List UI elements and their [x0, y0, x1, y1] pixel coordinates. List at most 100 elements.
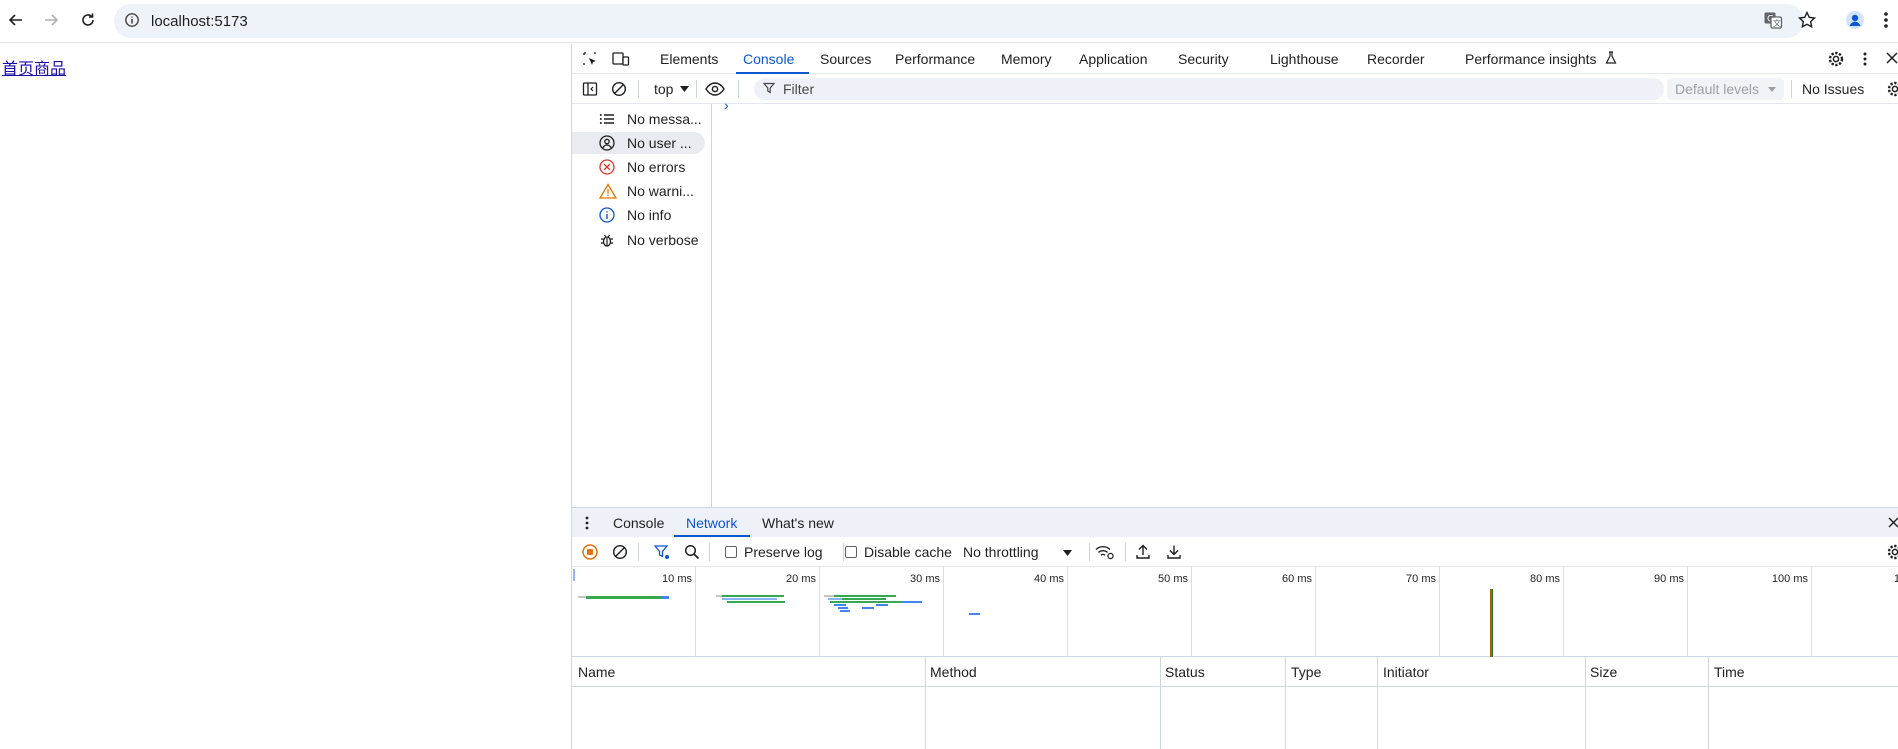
column-header-method[interactable]: Method — [930, 664, 977, 680]
search-icon[interactable] — [684, 544, 700, 560]
settings-gear-icon[interactable] — [1827, 50, 1845, 68]
live-expression-eye-icon[interactable] — [705, 82, 725, 96]
page-link[interactable]: 首页商品 — [2, 55, 66, 79]
tab-lighthouse[interactable]: Lighthouse — [1270, 51, 1339, 67]
timeline-handle[interactable] — [573, 569, 575, 581]
tab-security[interactable]: Security — [1178, 51, 1229, 67]
toolbar-separator — [1089, 543, 1090, 561]
tab-memory[interactable]: Memory — [1001, 51, 1052, 67]
more-options-icon[interactable] — [1862, 50, 1868, 68]
menu-icon[interactable] — [1882, 10, 1890, 30]
drawer-tabbar: Console Network What's new — [572, 507, 1898, 537]
timeline-tick-label: 80 ms — [1530, 573, 1560, 585]
network-settings-gear-icon[interactable] — [1886, 543, 1898, 561]
tab-console[interactable]: Console — [743, 51, 794, 67]
drawer-tab-console[interactable]: Console — [613, 515, 664, 531]
import-har-icon[interactable] — [1135, 544, 1151, 560]
timeline-tick-label: 1 — [1893, 573, 1898, 585]
tab-sources[interactable]: Sources — [820, 51, 871, 67]
column-header-time[interactable]: Time — [1714, 664, 1745, 680]
timeline-gridline — [1067, 567, 1068, 657]
device-toolbar-icon[interactable] — [612, 51, 630, 67]
timeline-tick-label: 20 ms — [786, 573, 816, 585]
console-settings-gear-icon[interactable] — [1886, 80, 1898, 98]
column-divider — [1708, 657, 1709, 749]
tab-recorder[interactable]: Recorder — [1367, 51, 1425, 67]
column-header-size[interactable]: Size — [1590, 664, 1617, 680]
url-text[interactable]: localhost:5173 — [151, 13, 248, 30]
context-selector[interactable]: top — [654, 81, 673, 97]
preserve-log-label[interactable]: Preserve log — [744, 544, 823, 560]
disable-cache-checkbox[interactable] — [845, 546, 857, 558]
sidebar-item-warnings[interactable]: No warni... — [572, 180, 705, 202]
dropdown-triangle-icon[interactable] — [680, 86, 689, 92]
close-drawer-icon[interactable] — [1888, 517, 1898, 528]
bookmark-star-icon[interactable] — [1797, 10, 1817, 30]
svg-text:文: 文 — [1773, 18, 1781, 28]
toolbar-separator — [1791, 80, 1792, 98]
request-bar — [838, 607, 848, 609]
devtools-tabbar: Elements Console Sources Performance Mem… — [572, 44, 1898, 74]
sidebar-toggle-icon[interactable] — [582, 81, 598, 97]
preserve-log-checkbox[interactable] — [725, 546, 737, 558]
drawer-menu-icon[interactable] — [584, 515, 590, 531]
translate-icon[interactable]: G文 — [1763, 10, 1783, 30]
log-levels-dropdown[interactable]: Default levels — [1667, 78, 1784, 100]
request-bar — [722, 598, 777, 600]
filter-funnel-icon[interactable] — [654, 544, 670, 560]
column-header-initiator[interactable]: Initiator — [1383, 664, 1429, 680]
timeline-gridline — [819, 567, 820, 657]
address-bar[interactable]: localhost:5173 — [114, 4, 1804, 38]
sidebar-item-verbose[interactable]: No verbose — [572, 229, 705, 251]
disable-cache-label[interactable]: Disable cache — [864, 544, 952, 560]
clear-console-icon[interactable] — [611, 81, 627, 97]
inspect-element-icon[interactable] — [582, 51, 598, 67]
column-header-type[interactable]: Type — [1291, 664, 1321, 680]
sidebar-item-messages[interactable]: No messa... — [572, 108, 705, 130]
network-overview-timeline[interactable]: 10 ms 20 ms 30 ms 40 ms 50 ms 60 ms 70 m… — [572, 567, 1898, 657]
column-header-name[interactable]: Name — [578, 664, 615, 680]
tab-performance[interactable]: Performance — [895, 51, 975, 67]
profile-icon[interactable] — [1845, 10, 1865, 30]
drawer-tab-whats-new[interactable]: What's new — [762, 515, 834, 531]
tab-performance-insights[interactable]: Performance insights — [1465, 51, 1597, 67]
sidebar-item-errors[interactable]: No errors — [572, 156, 705, 178]
console-prompt-chevron[interactable]: › — [724, 97, 729, 113]
toolbar-separator — [638, 80, 639, 98]
network-conditions-icon[interactable] — [1095, 544, 1115, 560]
filter-placeholder: Filter — [783, 81, 815, 97]
column-header-status[interactable]: Status — [1165, 664, 1205, 680]
clear-network-icon[interactable] — [612, 544, 628, 560]
forward-icon[interactable] — [40, 9, 62, 31]
toolbar-separator — [738, 80, 739, 98]
request-bar — [586, 596, 661, 599]
back-icon[interactable] — [5, 9, 27, 31]
filter-input[interactable]: Filter — [754, 78, 1664, 100]
timeline-tick-label: 100 ms — [1771, 573, 1808, 585]
sidebar-item-label: No info — [627, 207, 672, 223]
request-bar — [727, 601, 785, 603]
timeline-gridline — [943, 567, 944, 657]
request-bar — [840, 610, 850, 612]
throttling-select[interactable]: No throttling — [963, 544, 1038, 560]
close-devtools-icon[interactable] — [1886, 52, 1898, 64]
reload-icon[interactable] — [77, 9, 99, 31]
issues-counter[interactable]: No Issues — [1802, 81, 1864, 97]
tab-elements[interactable]: Elements — [660, 51, 718, 67]
timeline-tick-label: 70 ms — [1406, 573, 1436, 585]
export-har-icon[interactable] — [1166, 544, 1182, 560]
sidebar-item-user-messages[interactable]: No user ... — [572, 132, 705, 154]
timeline-gridline — [1191, 567, 1192, 657]
request-bar — [834, 604, 846, 606]
sidebar-item-info[interactable]: No info — [572, 204, 705, 226]
record-stop-icon[interactable] — [582, 544, 598, 560]
drawer-tab-network[interactable]: Network — [686, 515, 737, 531]
console-sidebar: No messa... No user ... No errors No war… — [572, 104, 712, 507]
site-info-icon[interactable] — [124, 12, 140, 28]
tab-application[interactable]: Application — [1079, 51, 1148, 67]
request-bar — [862, 607, 874, 609]
error-icon — [599, 159, 615, 175]
dropdown-triangle-icon[interactable] — [1063, 550, 1072, 556]
request-bar — [876, 604, 888, 606]
console-toolbar: top Filter Default levels No Issues — [572, 74, 1898, 104]
